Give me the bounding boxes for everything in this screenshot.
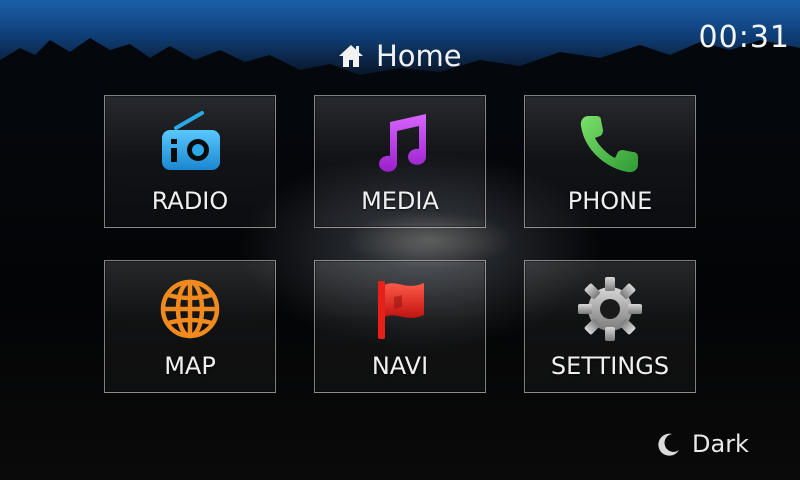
tile-label: RADIO (151, 187, 229, 215)
tile-label: PHONE (567, 187, 653, 215)
radio-icon (162, 111, 220, 170)
tile-navi[interactable]: NAVI (314, 260, 486, 393)
tile-phone[interactable]: PHONE (524, 95, 696, 228)
page-title: Home (376, 39, 462, 73)
tile-label: MAP (164, 352, 216, 380)
dark-mode-toggle[interactable]: Dark (656, 430, 749, 458)
tile-label: MEDIA (361, 187, 439, 215)
flag-icon (378, 281, 424, 339)
gear-icon (578, 277, 642, 341)
clock: 00:31 (698, 20, 790, 55)
phone-icon (580, 116, 638, 173)
dark-mode-label: Dark (692, 430, 749, 458)
moon-icon (658, 433, 679, 456)
tile-label: SETTINGS (550, 352, 670, 380)
music-note-icon (379, 114, 427, 172)
tile-radio[interactable]: RADIO (104, 95, 276, 228)
page-header: Home (338, 38, 462, 74)
tile-map[interactable]: MAP (104, 260, 276, 393)
tile-media[interactable]: MEDIA (314, 95, 486, 228)
globe-icon (160, 279, 220, 339)
tile-settings[interactable]: SETTINGS (524, 260, 696, 393)
tile-label: NAVI (371, 352, 429, 380)
home-icon (339, 45, 363, 67)
